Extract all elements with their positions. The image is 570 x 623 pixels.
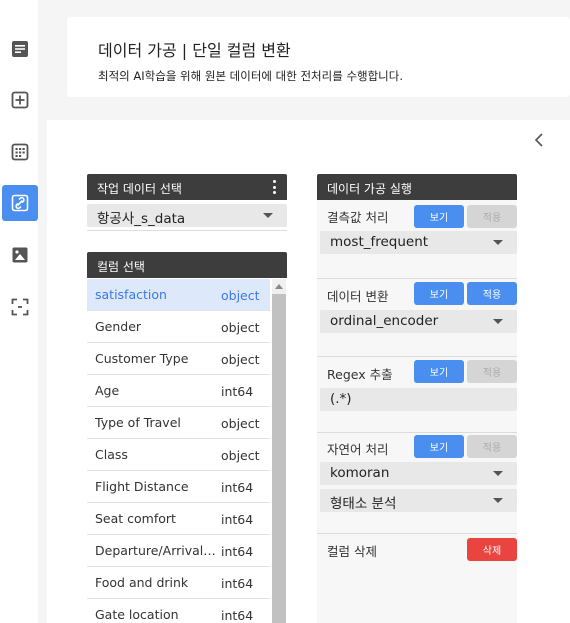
data-select-title: 작업 데이터 선택 <box>97 182 182 196</box>
page-title: 데이터 가공 | 단일 컬럼 변환 <box>98 41 291 60</box>
column-row[interactable]: Departure/Arrival ti… int64 <box>87 535 270 567</box>
missing-strategy-select[interactable]: most_frequent <box>320 231 517 254</box>
column-name: Gender <box>95 319 142 334</box>
column-type: object <box>221 416 260 431</box>
sidebar-item-image[interactable] <box>2 237 38 273</box>
processing-header: 데이터 가공 실행 <box>317 174 517 200</box>
more-options-icon[interactable] <box>273 180 277 194</box>
delete-label: 컬럼 삭제 <box>327 544 377 559</box>
sidebar-item-list[interactable] <box>2 31 38 67</box>
data-select-dropdown[interactable]: 항공사_s_data <box>87 204 287 227</box>
column-type: int64 <box>221 480 254 495</box>
column-row[interactable]: Type of Travel object <box>87 407 270 439</box>
column-select-title: 컬럼 선택 <box>97 260 145 274</box>
column-type: object <box>221 448 260 463</box>
column-name: Flight Distance <box>95 479 189 494</box>
column-type: int64 <box>221 512 254 527</box>
divider <box>317 278 517 279</box>
data-select-value: 항공사_s_data <box>97 211 186 227</box>
nlp-view-button[interactable]: 보기 <box>414 435 464 458</box>
column-row[interactable]: Customer Type object <box>87 343 270 375</box>
caret-down-icon <box>493 498 503 503</box>
missing-strategy-value: most_frequent <box>330 234 429 250</box>
processing-panel: 결측값 처리 보기 적용 most_frequent 데이터 변환 보기 적용 … <box>317 200 517 623</box>
column-row[interactable]: Gate location int64 <box>87 599 270 623</box>
column-name: Customer Type <box>95 351 189 366</box>
column-name: Food and drink <box>95 575 189 590</box>
column-list: satisfaction object Gender object Customer T… <box>87 279 271 623</box>
scroll-up-icon[interactable] <box>275 284 283 289</box>
add-box-icon <box>11 91 29 109</box>
link-icon <box>11 194 29 212</box>
column-row[interactable]: Food and drink int64 <box>87 567 270 599</box>
scan-icon <box>11 298 29 316</box>
column-row[interactable]: Gender object <box>87 311 270 343</box>
processing-title: 데이터 가공 실행 <box>327 182 412 196</box>
column-select-header: 컬럼 선택 <box>87 252 287 278</box>
sidebar-item-grid[interactable] <box>2 134 38 170</box>
nlp-tokenizer-select[interactable]: komoran <box>320 462 517 485</box>
column-type: object <box>221 288 260 303</box>
column-name: Class <box>95 447 128 462</box>
chevron-left-icon <box>534 133 543 147</box>
divider <box>317 432 517 433</box>
data-select-header: 작업 데이터 선택 <box>87 174 287 200</box>
image-icon <box>12 247 28 263</box>
column-type: int64 <box>221 384 254 399</box>
missing-apply-button[interactable]: 적용 <box>467 205 517 228</box>
transform-view-button[interactable]: 보기 <box>414 282 464 305</box>
nlp-tokenizer-value: komoran <box>330 465 390 481</box>
column-name: Gate location <box>95 607 179 622</box>
column-row[interactable]: Seat comfort int64 <box>87 503 270 535</box>
collapse-button[interactable] <box>529 130 549 150</box>
grid-icon <box>11 143 29 161</box>
column-name: satisfaction <box>95 287 167 302</box>
column-name: Seat comfort <box>95 511 176 526</box>
transform-apply-button[interactable]: 적용 <box>467 282 517 305</box>
divider <box>87 230 287 231</box>
regex-input[interactable]: (.*) <box>320 388 517 411</box>
column-name: Age <box>95 383 120 398</box>
divider <box>317 356 517 357</box>
sidebar <box>0 0 38 623</box>
regex-apply-button[interactable]: 적용 <box>467 360 517 383</box>
scroll-thumb[interactable] <box>272 294 286 623</box>
regex-label: Regex 추출 <box>327 367 393 382</box>
column-type: object <box>221 352 260 367</box>
nlp-apply-button[interactable]: 적용 <box>467 435 517 458</box>
transform-value: ordinal_encoder <box>330 313 439 329</box>
page-header: 데이터 가공 | 단일 컬럼 변환 최적의 AI학습을 위해 원본 데이터에 대… <box>67 17 570 97</box>
caret-down-icon <box>493 471 503 476</box>
delete-column-button[interactable]: 삭제 <box>467 538 517 561</box>
caret-down-icon <box>493 319 503 324</box>
nlp-analysis-value: 형태소 분석 <box>330 496 397 512</box>
column-type: int64 <box>221 608 254 623</box>
transform-select[interactable]: ordinal_encoder <box>320 310 517 333</box>
sidebar-item-add[interactable] <box>2 82 38 118</box>
regex-view-button[interactable]: 보기 <box>414 360 464 383</box>
transform-label: 데이터 변환 <box>327 289 389 304</box>
column-row[interactable]: Flight Distance int64 <box>87 471 270 503</box>
missing-view-button[interactable]: 보기 <box>414 205 464 228</box>
column-row[interactable]: Class object <box>87 439 270 471</box>
page-subtitle: 최적의 AI학습을 위해 원본 데이터에 대한 전처리를 수행합니다. <box>98 69 404 83</box>
missing-label: 결측값 처리 <box>327 210 389 225</box>
sidebar-item-transform[interactable] <box>2 185 38 221</box>
list-icon <box>12 41 28 57</box>
column-row[interactable]: Age int64 <box>87 375 270 407</box>
column-type: int64 <box>221 576 254 591</box>
column-type: object <box>221 320 260 335</box>
sidebar-item-scan[interactable] <box>2 289 38 325</box>
column-name: Type of Travel <box>95 415 181 430</box>
divider <box>317 533 517 534</box>
caret-down-icon <box>493 240 503 245</box>
nlp-label: 자연어 처리 <box>327 442 389 457</box>
nlp-analysis-select[interactable]: 형태소 분석 <box>320 489 517 512</box>
caret-down-icon <box>263 213 273 218</box>
column-type: int64 <box>221 544 254 559</box>
column-row[interactable]: satisfaction object <box>87 279 270 311</box>
column-name: Departure/Arrival ti… <box>95 543 217 558</box>
column-list-scrollbar[interactable] <box>272 279 286 623</box>
